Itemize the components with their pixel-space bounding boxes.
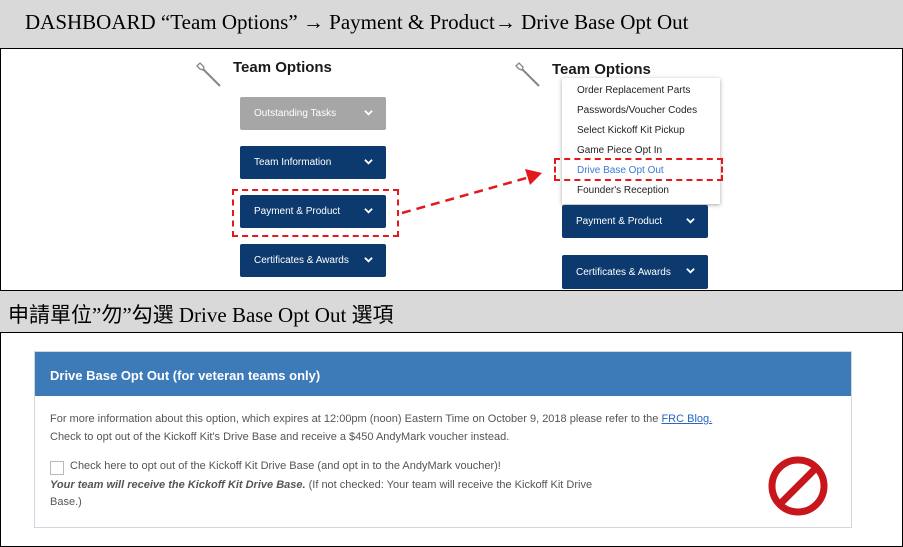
opt-out-checkbox[interactable] xyxy=(50,461,64,475)
menu-item-game-piece-opt-in[interactable]: Game Piece Opt In xyxy=(577,145,662,156)
no-sign-icon xyxy=(768,456,828,516)
team-options-title: Team Options xyxy=(233,59,332,76)
info-line-2: Check to opt out of the Kickoff Kit's Dr… xyxy=(50,431,510,443)
payment-product-button[interactable]: Payment & Product xyxy=(562,205,708,238)
panel-title: Drive Base Opt Out (for veteran teams on… xyxy=(35,352,851,396)
step-header: DASHBOARD “Team Options” → Payment & Pro… xyxy=(0,0,903,49)
status-note: (If not checked: Your team will receive … xyxy=(308,479,593,491)
button-label: Payment & Product xyxy=(576,216,663,227)
menu-item-passwords-voucher-codes[interactable]: Passwords/Voucher Codes xyxy=(577,105,697,116)
arrow-icon xyxy=(401,169,542,215)
checkbox-label: Check here to opt out of the Kickoff Kit… xyxy=(70,460,501,472)
info-text: For more information about this option, … xyxy=(50,413,659,425)
chevron-down-icon xyxy=(364,110,373,116)
wrench-icon xyxy=(196,62,221,87)
info-line-1: For more information about this option, … xyxy=(50,413,712,425)
payment-highlight-box xyxy=(232,189,399,237)
payment-dropdown-menu: Order Replacement Parts Passwords/Vouche… xyxy=(562,78,720,204)
button-label: Outstanding Tasks xyxy=(254,108,337,119)
team-options-title: Team Options xyxy=(552,61,651,78)
chevron-down-icon xyxy=(686,218,695,224)
button-label: Certificates & Awards xyxy=(576,266,671,278)
frc-blog-link[interactable]: FRC Blog. xyxy=(661,413,712,425)
team-information-button[interactable]: Team Information xyxy=(240,146,386,179)
menu-item-select-kickoff-kit-pickup[interactable]: Select Kickoff Kit Pickup xyxy=(577,125,685,136)
button-label: Team Information xyxy=(254,157,332,168)
status-note-cont: Base.) xyxy=(50,496,82,508)
left-border xyxy=(0,49,1,290)
wrench-icon xyxy=(515,62,540,87)
drive-base-opt-out-panel: Drive Base Opt Out (for veteran teams on… xyxy=(34,351,852,528)
drive-base-highlight-box xyxy=(554,158,723,181)
certificates-awards-button[interactable]: Certificates & Awards xyxy=(562,255,708,289)
menu-item-founders-reception[interactable]: Founder's Reception xyxy=(577,185,669,196)
chevron-down-icon xyxy=(686,268,695,274)
certificates-awards-button[interactable]: Certificates & Awards xyxy=(240,244,386,277)
status-line: Your team will receive the Kickoff Kit D… xyxy=(50,479,592,491)
menu-item-order-replacement-parts[interactable]: Order Replacement Parts xyxy=(577,85,690,96)
instruction-header: 申請單位”勿”勾選 Drive Base Opt Out 選項 xyxy=(0,290,903,333)
chevron-down-icon xyxy=(364,257,373,263)
button-label: Certificates & Awards xyxy=(254,255,349,266)
chevron-down-icon xyxy=(364,159,373,165)
status-bold: Your team will receive the Kickoff Kit D… xyxy=(50,479,306,491)
outstanding-tasks-button[interactable]: Outstanding Tasks xyxy=(240,97,386,130)
